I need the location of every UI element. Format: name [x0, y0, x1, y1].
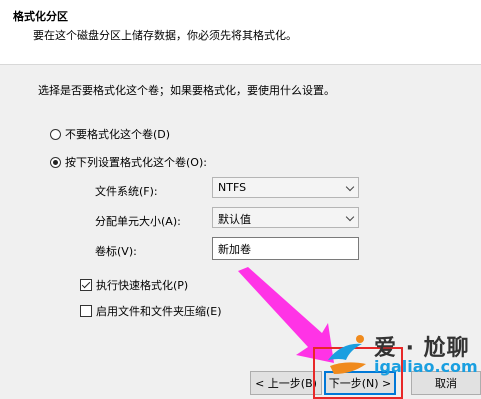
quick-format-option[interactable]: 执行快速格式化(P)	[80, 277, 188, 293]
volume-label-label: 卷标(V):	[95, 245, 137, 258]
compression-option[interactable]: 启用文件和文件夹压缩(E)	[80, 303, 222, 319]
compression-label: 启用文件和文件夹压缩(E)	[96, 305, 222, 318]
format-option[interactable]: 按下列设置格式化这个卷(O):	[50, 154, 207, 170]
quick-format-label: 执行快速格式化(P)	[96, 279, 189, 292]
filesystem-label: 文件系统(F):	[95, 185, 158, 198]
format-radio[interactable]	[50, 156, 61, 168]
filesystem-value: NTFS	[218, 181, 247, 194]
volume-label-value: 新加卷	[218, 243, 251, 256]
chevron-down-icon	[345, 212, 355, 222]
wizard-header: 格式化分区 要在这个磁盘分区上储存数据，你必须先将其格式化。	[0, 0, 481, 65]
no-format-option[interactable]: 不要格式化这个卷(D)	[50, 126, 170, 142]
filesystem-select[interactable]: NTFS	[212, 177, 359, 198]
watermark: 爱 · 尬聊 igaliao.com	[322, 326, 481, 384]
watermark-logo-icon	[328, 335, 366, 374]
compression-checkbox[interactable]	[80, 305, 92, 317]
allocation-label: 分配单元大小(A):	[95, 215, 181, 228]
no-format-label: 不要格式化这个卷(D)	[65, 128, 171, 141]
allocation-value: 默认值	[218, 213, 251, 226]
watermark-en: igaliao.com	[374, 357, 478, 376]
volume-label-input[interactable]: 新加卷	[212, 237, 359, 260]
allocation-select[interactable]: 默认值	[212, 207, 359, 228]
no-format-radio[interactable]	[50, 128, 61, 140]
quick-format-checkbox[interactable]	[80, 279, 92, 291]
format-label: 按下列设置格式化这个卷(O):	[65, 156, 207, 169]
instruction-text: 选择是否要格式化这个卷；如果要格式化，要使用什么设置。	[38, 84, 335, 97]
chevron-down-icon	[345, 182, 355, 192]
page-title: 格式化分区	[13, 10, 68, 23]
page-subtitle: 要在这个磁盘分区上储存数据，你必须先将其格式化。	[33, 29, 297, 42]
back-button[interactable]: < 上一步(B)	[250, 371, 322, 395]
